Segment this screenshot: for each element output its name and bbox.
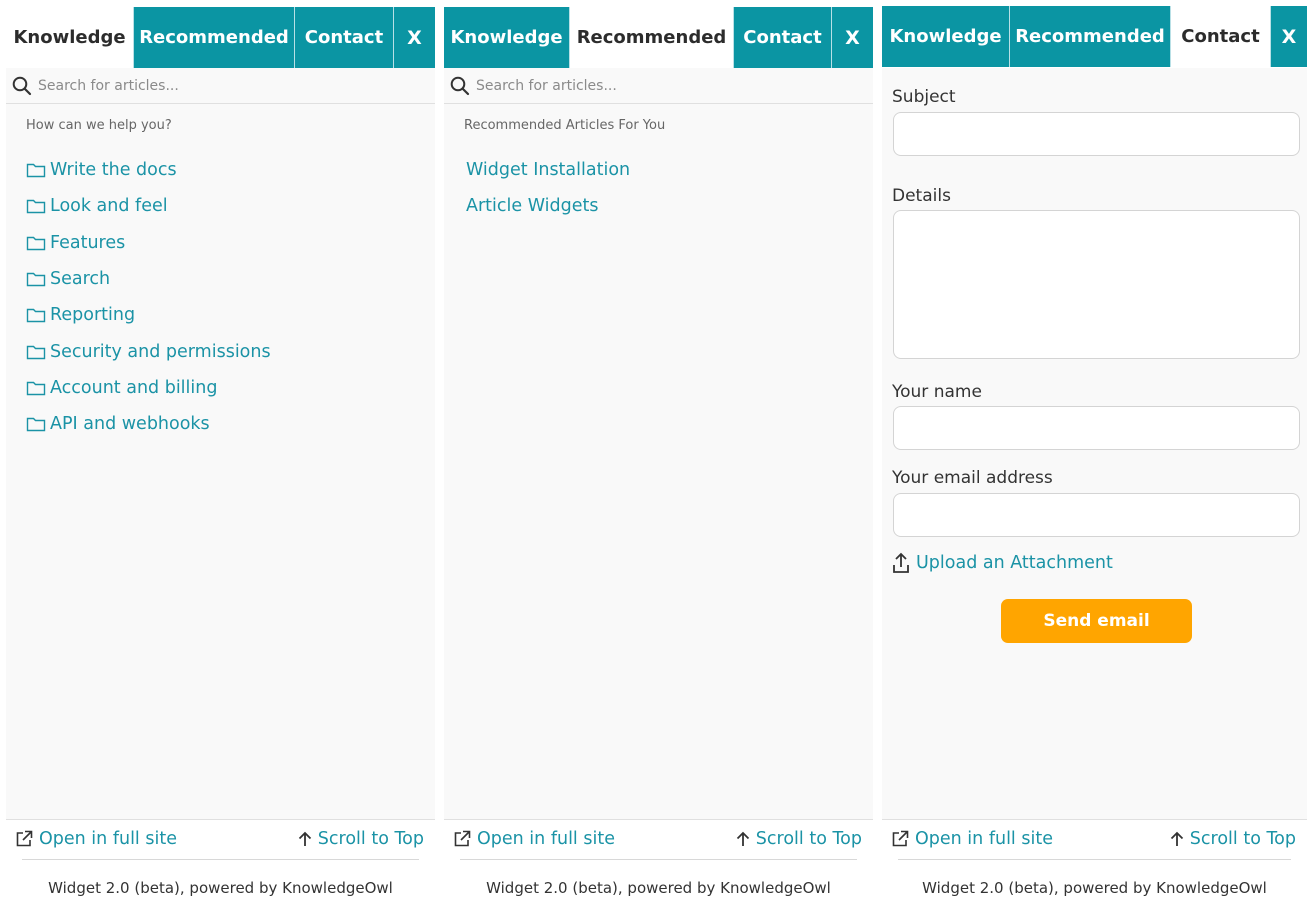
tab-knowledge[interactable]: Knowledge: [444, 7, 570, 68]
scroll-to-top-label: Scroll to Top: [317, 829, 424, 849]
help-heading: How can we help you?: [26, 118, 172, 133]
category-item[interactable]: Account and billing: [26, 370, 425, 406]
email-label: Your email address: [892, 468, 1053, 488]
category-label: Write the docs: [50, 160, 177, 181]
widget-contact-view: Knowledge Recommended Contact X Subject …: [882, 0, 1307, 901]
scroll-to-top-link[interactable]: Scroll to Top: [1170, 829, 1296, 849]
contact-form: Subject Details Your name Your email add…: [882, 68, 1307, 819]
external-link-icon: [892, 830, 909, 847]
footer-divider: [898, 859, 1291, 860]
category-item[interactable]: Features: [26, 225, 425, 261]
category-label: Reporting: [50, 305, 136, 326]
subject-label: Subject: [892, 87, 956, 107]
arrow-up-icon: [298, 831, 311, 846]
open-full-site-label: Open in full site: [477, 829, 615, 849]
scroll-to-top-label: Scroll to Top: [755, 829, 862, 849]
category-label: API and webhooks: [50, 414, 210, 435]
category-item[interactable]: Reporting: [26, 297, 425, 333]
tab-bar: Knowledge Recommended Contact X: [6, 7, 435, 68]
scroll-to-top-link[interactable]: Scroll to Top: [298, 829, 424, 849]
search-bar: [444, 68, 873, 104]
send-email-button[interactable]: Send email: [1001, 599, 1192, 643]
folder-icon: [26, 200, 46, 214]
close-button[interactable]: X: [832, 7, 873, 68]
tab-recommended[interactable]: Recommended: [1010, 6, 1171, 67]
upload-icon: [893, 552, 909, 573]
category-item[interactable]: Look and feel: [26, 188, 425, 224]
footer-divider: [460, 859, 857, 860]
category-label: Account and billing: [50, 377, 218, 398]
panel-body: How can we help you? Write the docs Look…: [6, 68, 435, 819]
open-full-site-link[interactable]: Open in full site: [15, 829, 177, 849]
search-input[interactable]: [476, 74, 856, 98]
category-item[interactable]: Write the docs: [26, 152, 425, 188]
widget-footer: Open in full site Scroll to Top Widget 2…: [6, 819, 435, 901]
article-item[interactable]: Widget Installation: [464, 152, 863, 188]
tab-bar: Knowledge Recommended Contact X: [882, 6, 1307, 67]
folder-icon: [26, 418, 46, 432]
external-link-icon: [454, 830, 471, 847]
search-input[interactable]: [38, 74, 418, 98]
category-item[interactable]: Search: [26, 261, 425, 297]
name-label: Your name: [892, 382, 982, 402]
external-link-icon: [16, 830, 33, 847]
arrow-up-icon: [736, 831, 749, 846]
category-label: Features: [50, 232, 126, 253]
powered-by-text: Widget 2.0 (beta), powered by KnowledgeO…: [486, 879, 831, 897]
category-label: Security and permissions: [50, 341, 271, 362]
details-label: Details: [892, 186, 951, 206]
widget-footer: Open in full site Scroll to Top Widget 2…: [444, 819, 873, 901]
panel-body: Recommended Articles For You Widget Inst…: [444, 68, 873, 819]
folder-icon: [26, 381, 46, 396]
tab-contact[interactable]: Contact: [295, 7, 394, 68]
tab-knowledge[interactable]: Knowledge: [882, 6, 1010, 67]
subject-field[interactable]: [893, 112, 1300, 156]
search-icon: [450, 76, 470, 96]
open-full-site-label: Open in full site: [39, 829, 177, 849]
tab-recommended[interactable]: Recommended: [134, 7, 295, 68]
upload-attachment-link[interactable]: Upload an Attachment: [892, 552, 1113, 574]
category-item[interactable]: API and webhooks: [26, 406, 425, 442]
category-label: Search: [50, 269, 111, 290]
email-field[interactable]: [893, 493, 1300, 537]
search-icon: [12, 76, 32, 96]
category-label: Look and feel: [50, 196, 168, 217]
category-item[interactable]: Security and permissions: [26, 333, 425, 369]
tab-bar: Knowledge Recommended Contact X: [444, 7, 873, 68]
arrow-up-icon: [1170, 831, 1183, 846]
tab-contact[interactable]: Contact: [1171, 6, 1271, 67]
folder-icon: [26, 309, 46, 323]
tab-knowledge[interactable]: Knowledge: [6, 7, 134, 68]
category-list: Write the docs Look and feel Features Se…: [26, 152, 425, 442]
widget-knowledge-view: Knowledge Recommended Contact X How can …: [6, 0, 435, 901]
recommended-heading: Recommended Articles For You: [464, 118, 666, 133]
upload-label: Upload an Attachment: [916, 553, 1113, 573]
footer-divider: [22, 859, 419, 860]
name-field[interactable]: [893, 406, 1300, 450]
article-list: Widget Installation Article Widgets: [464, 152, 863, 225]
powered-by-text: Widget 2.0 (beta), powered by KnowledgeO…: [922, 879, 1267, 897]
widget-footer: Open in full site Scroll to Top Widget 2…: [882, 819, 1307, 901]
open-full-site-link[interactable]: Open in full site: [453, 829, 615, 849]
folder-icon: [26, 236, 46, 250]
widget-recommended-view: Knowledge Recommended Contact X Recommen…: [444, 0, 873, 901]
folder-icon: [26, 345, 46, 359]
article-item[interactable]: Article Widgets: [464, 188, 863, 224]
folder-icon: [26, 163, 46, 178]
tab-contact[interactable]: Contact: [734, 7, 832, 68]
close-button[interactable]: X: [394, 7, 435, 68]
scroll-to-top-label: Scroll to Top: [1189, 829, 1296, 849]
details-field[interactable]: [893, 210, 1300, 359]
search-bar: [6, 68, 435, 104]
open-full-site-link[interactable]: Open in full site: [891, 829, 1053, 849]
scroll-to-top-link[interactable]: Scroll to Top: [736, 829, 862, 849]
tab-recommended[interactable]: Recommended: [570, 7, 734, 68]
folder-icon: [26, 272, 46, 287]
powered-by-text: Widget 2.0 (beta), powered by KnowledgeO…: [48, 879, 393, 897]
open-full-site-label: Open in full site: [915, 829, 1053, 849]
close-button[interactable]: X: [1271, 6, 1307, 67]
